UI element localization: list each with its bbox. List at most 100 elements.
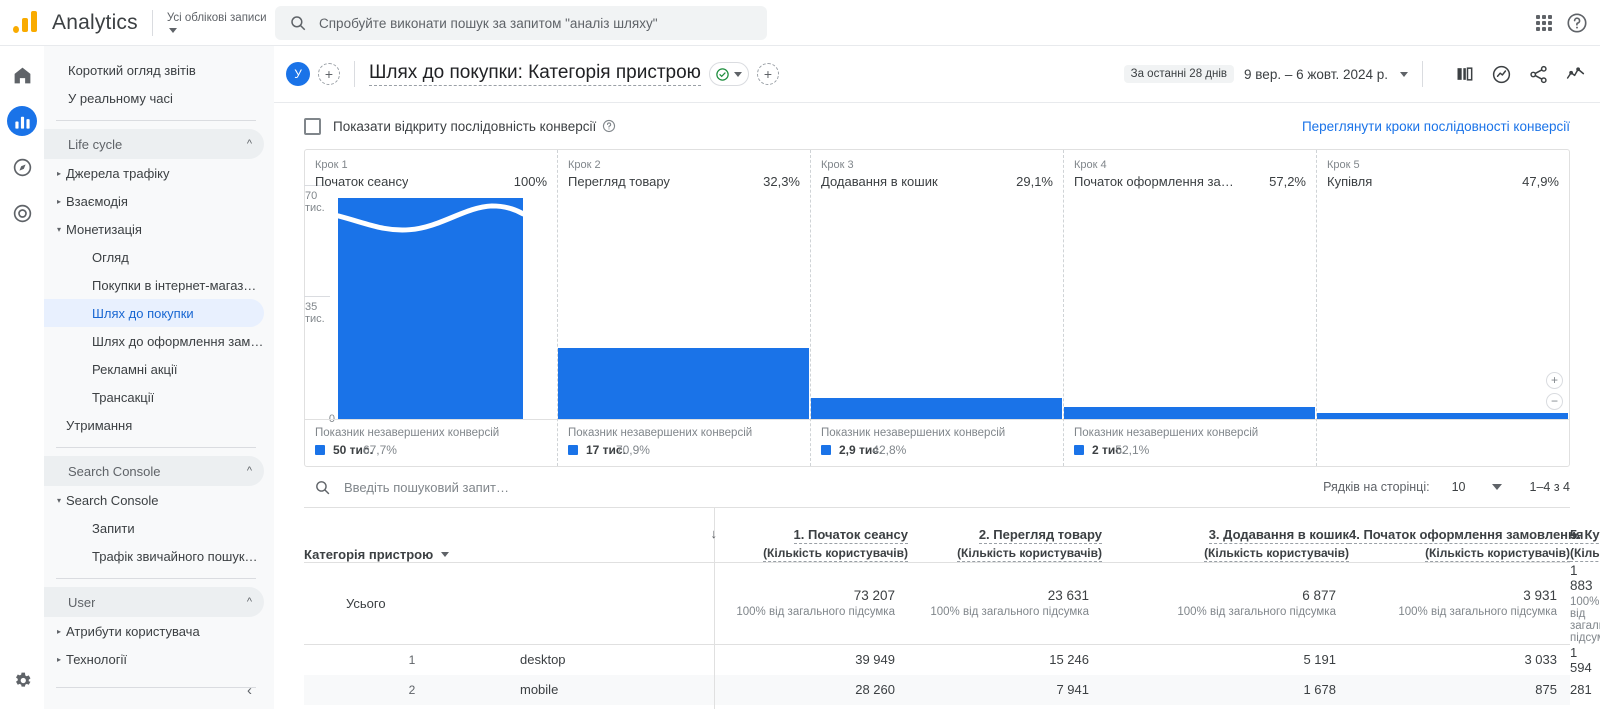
open-funnel-checkbox[interactable] xyxy=(304,117,321,135)
sidebar-item-organic-search-traffic[interactable]: Трафік звичайного пошук… xyxy=(44,542,264,570)
table-row[interactable]: 2 mobile 28 260 7 941 1 678 875 281 xyxy=(304,674,1592,705)
sidebar-item-label: Джерела трафіку xyxy=(66,165,170,181)
row-value: 875 xyxy=(1535,682,1557,697)
sidebar-item-monetization[interactable]: ▾ Монетизація xyxy=(44,215,264,243)
sidebar-section-user[interactable]: User ^ xyxy=(44,587,264,617)
metric-header-sublabel: (Кількість користувачів) xyxy=(957,545,1102,562)
sidebar-section-life-cycle[interactable]: Life cycle ^ xyxy=(44,129,264,159)
metric-header[interactable]: ↓ 1. Початок сеансу (Кількість користува… xyxy=(711,508,908,562)
chevron-down-icon[interactable] xyxy=(1491,484,1502,490)
metric-header[interactable]: 2. Перегляд товару (Кількість користувач… xyxy=(908,508,1102,562)
chevron-down-icon[interactable] xyxy=(1400,71,1408,77)
sidebar-item-label: Взаємодія xyxy=(66,193,128,209)
date-preset-chip[interactable]: За останні 28 днів xyxy=(1123,65,1235,83)
funnel-step-plot xyxy=(1317,198,1569,419)
table-row[interactable]: 3 tablet 5 022 257 57 23 8 xyxy=(304,704,1570,709)
sidebar-item-label: Шлях до оформлення зам… xyxy=(92,333,264,349)
sidebar-item-promotions[interactable]: Рекламні акції xyxy=(44,355,264,383)
share-icon[interactable] xyxy=(1528,64,1549,85)
funnel-bar[interactable] xyxy=(1064,407,1315,419)
global-search[interactable] xyxy=(275,6,767,40)
dimension-header[interactable]: Категорія пристрою xyxy=(304,508,715,562)
rail-item-advertising[interactable] xyxy=(7,198,37,228)
date-range-label[interactable]: 9 вер. – 6 жовт. 2024 р. xyxy=(1244,67,1388,82)
help-circle-icon[interactable] xyxy=(602,119,616,133)
sidebar-item-user-attributes[interactable]: ▸ Атрибути користувача xyxy=(44,617,264,645)
funnel-bar[interactable] xyxy=(811,398,1062,419)
sidebar-item-label: Покупки в інтернет-магаз… xyxy=(92,277,257,293)
row-dimension[interactable]: desktop xyxy=(520,644,715,675)
avatar[interactable]: У xyxy=(286,62,310,86)
left-rail xyxy=(0,46,44,709)
sidebar-item-ecommerce-purchases[interactable]: Покупки в інтернет-магаз… xyxy=(44,271,264,299)
abandonment-title: Показник незавершених конверсій xyxy=(315,427,500,439)
help-circle-icon[interactable] xyxy=(1566,12,1588,34)
metric-header[interactable]: 4. Початок оформлення замовлення (Кількі… xyxy=(1349,508,1584,562)
total-subtext: 100% від загального підсумка xyxy=(930,606,1089,618)
funnel-bar[interactable] xyxy=(338,198,523,419)
sidebar-item-retention[interactable]: Утримання xyxy=(44,411,264,439)
abandonment-percent: 42,8% xyxy=(872,443,907,457)
sidebar-item-tech[interactable]: ▸ Технології xyxy=(44,645,264,673)
row-dimension[interactable]: tablet xyxy=(520,704,715,709)
row-index: 2 xyxy=(408,682,416,697)
sidebar-item-label: Шлях до покупки xyxy=(92,305,194,321)
row-index: 1 xyxy=(408,652,416,667)
sidebar-section-search-console[interactable]: Search Console ^ xyxy=(44,456,264,486)
rows-per-page-value[interactable]: 10 xyxy=(1452,480,1466,494)
total-value: 23 631 xyxy=(1047,588,1089,603)
table-search-input[interactable] xyxy=(344,479,704,495)
search-icon xyxy=(291,16,306,31)
sidebar-item-overview[interactable]: Огляд xyxy=(44,243,264,271)
table-search-row: Рядків на сторінці: 10 1–4 з 4 xyxy=(304,467,1570,508)
sidebar-item-realtime[interactable]: У реальному часі xyxy=(44,84,264,112)
funnel-step[interactable]: Крок 4 Початок оформлення замовле… 57,2%… xyxy=(1064,150,1317,466)
funnel-step[interactable]: Крок 3 Додавання в кошик 29,1% Показник … xyxy=(811,150,1064,466)
zoom-in-button[interactable]: + xyxy=(1546,372,1563,389)
funnel-bar[interactable] xyxy=(558,347,809,419)
sidebar-item-transactions[interactable]: Трансакції xyxy=(44,383,264,411)
analytics-app: Analytics Усі облікові записи Спробуйте … xyxy=(0,0,1600,709)
metric-header[interactable]: 3. Додавання в кошик (Кількість користув… xyxy=(1102,508,1349,562)
grid-apps-icon[interactable] xyxy=(1536,15,1552,31)
row-value: 57 xyxy=(1102,705,1349,709)
account-selector[interactable]: Усі облікові записи xyxy=(167,12,267,33)
total-value: 73 207 xyxy=(853,588,895,603)
funnel-step[interactable]: Крок 5 Купівля 47,9% xyxy=(1317,150,1569,466)
rail-item-explore[interactable] xyxy=(7,152,37,182)
funnel-step-head: Крок 3 Додавання в кошик 29,1% xyxy=(811,150,1063,198)
sidebar-item-checkout-journey[interactable]: Шлях до оформлення зам… xyxy=(44,327,264,355)
sidebar-collapse-button[interactable]: ‹ xyxy=(247,682,252,699)
view-funnel-steps-link[interactable]: Переглянути кроки послідовності конверсі… xyxy=(1302,119,1570,134)
sidebar-item-purchase-journey[interactable]: Шлях до покупки xyxy=(44,299,264,327)
trend-line-icon[interactable] xyxy=(1565,64,1586,85)
rail-item-admin[interactable] xyxy=(7,665,37,695)
total-cell: 23 631 100% від загального підсумка xyxy=(908,561,1102,645)
insights-icon[interactable] xyxy=(1491,64,1512,85)
total-subtext: 100% від загального підсумка xyxy=(736,606,895,618)
sidebar-item-search-console[interactable]: ▾ Search Console xyxy=(44,486,264,514)
sidebar-item-label: Огляд xyxy=(92,249,129,265)
sidebar-item-label: Трансакції xyxy=(92,389,155,405)
search-input[interactable] xyxy=(319,15,739,31)
sidebar-item-reports-snapshot[interactable]: Короткий огляд звітів xyxy=(44,56,264,84)
sidebar-item-queries[interactable]: Запити xyxy=(44,514,264,542)
sidebar-item-engagement[interactable]: ▸ Взаємодія xyxy=(44,187,264,215)
funnel-step-head: Крок 2 Перегляд товару 32,3% xyxy=(558,150,810,198)
funnel-step[interactable]: Крок 2 Перегляд товару 32,3% Показник не… xyxy=(558,150,811,466)
rail-item-home[interactable] xyxy=(7,60,37,90)
chevron-up-icon: ^ xyxy=(246,138,252,150)
bar-trend-line xyxy=(338,203,523,233)
page-title[interactable]: Шлях до покупки: Категорія пристрою xyxy=(369,62,701,86)
table-row[interactable]: 1 desktop 39 949 15 246 5 191 3 033 1 59… xyxy=(304,644,1592,675)
step-name-label: Купівля xyxy=(1327,174,1373,189)
add-segment-button[interactable]: + xyxy=(756,63,779,85)
row-dimension[interactable]: mobile xyxy=(520,674,715,705)
sidebar-item-acquisition[interactable]: ▸ Джерела трафіку xyxy=(44,159,264,187)
compare-bars-icon[interactable] xyxy=(1455,64,1475,84)
zoom-out-button[interactable]: − xyxy=(1546,393,1563,410)
add-comparison-button[interactable]: + xyxy=(318,63,340,85)
funnel-step[interactable]: Крок 1 Початок сеансу 100% Показник неза… xyxy=(305,150,558,466)
report-status-dropdown[interactable] xyxy=(708,62,749,86)
rail-item-reports[interactable] xyxy=(7,106,37,136)
